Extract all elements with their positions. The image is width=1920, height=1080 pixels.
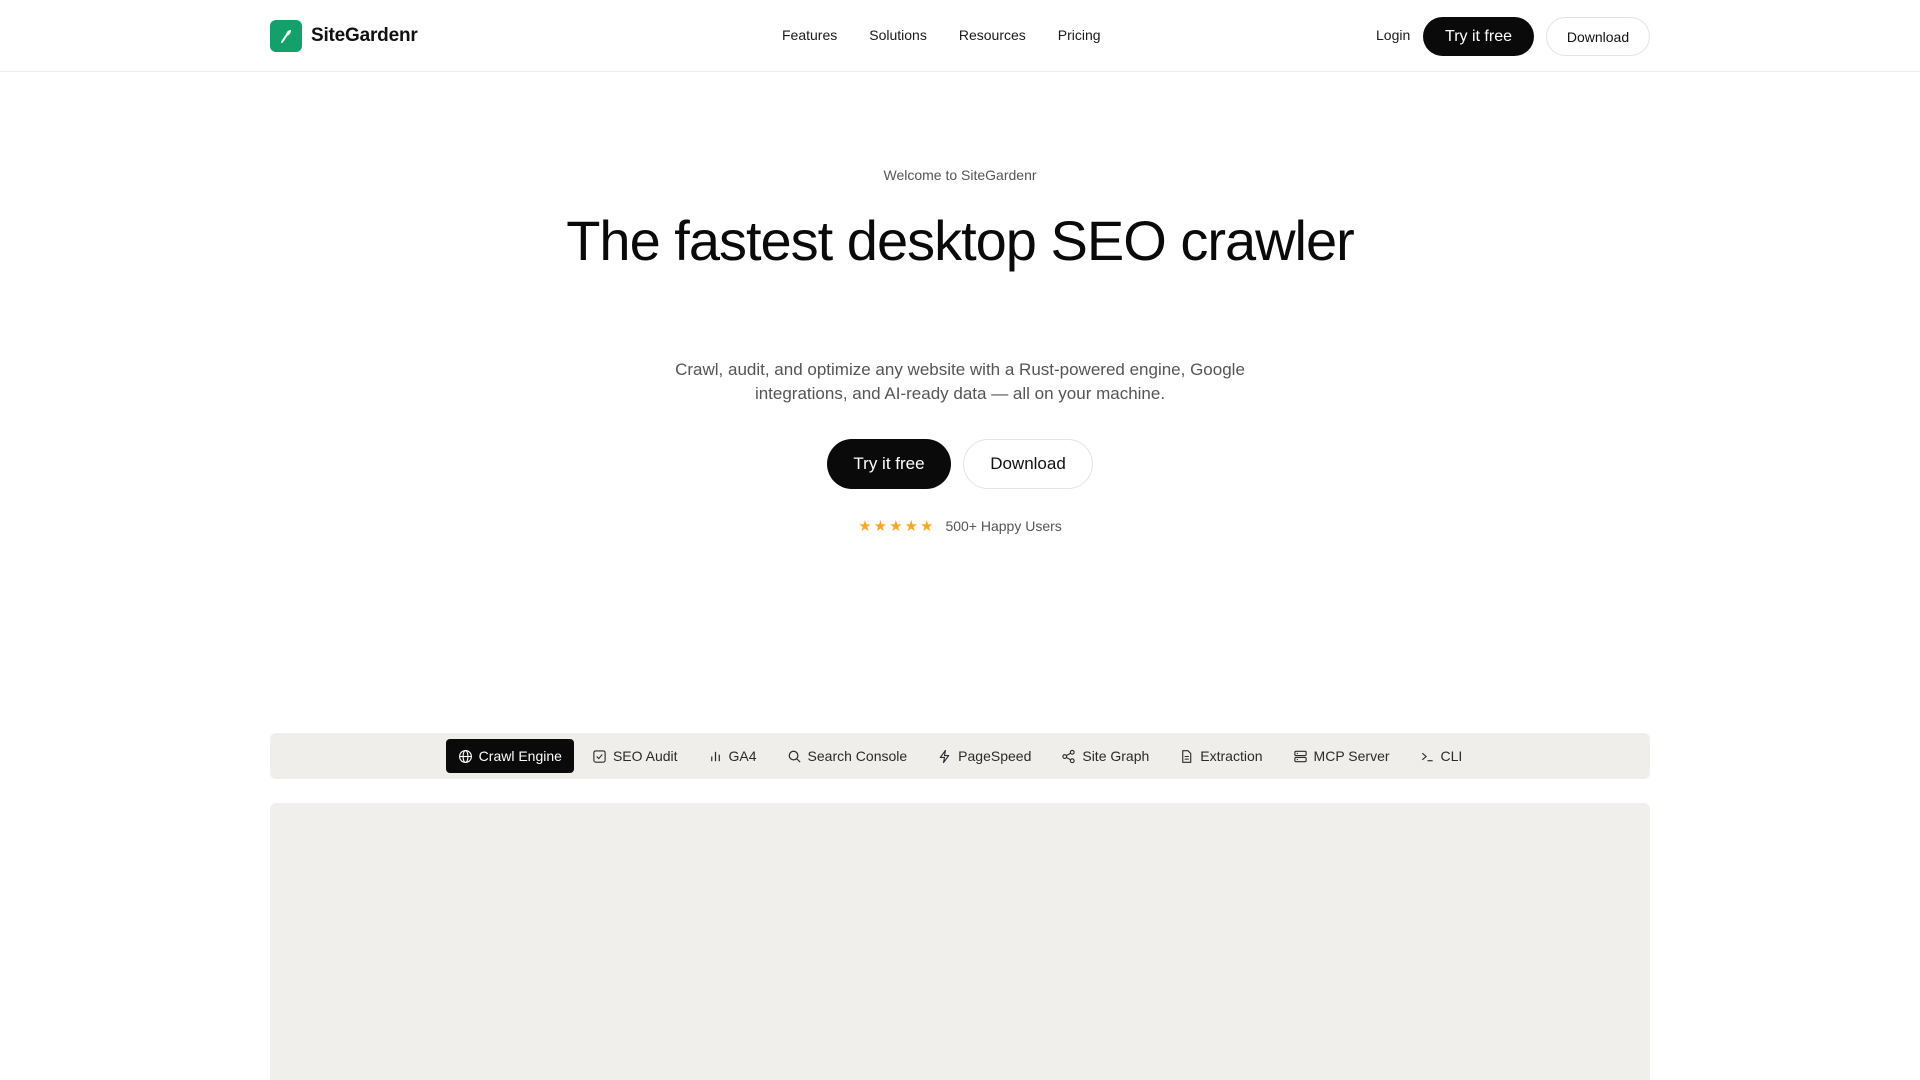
tab-search-console[interactable]: Search Console <box>775 739 920 773</box>
brand-logo-link[interactable]: SiteGardenr <box>270 20 418 52</box>
header-download-button[interactable]: Download <box>1546 17 1650 56</box>
tab-crawl-engine[interactable]: Crawl Engine <box>445 739 574 773</box>
search-icon <box>788 750 801 763</box>
tab-label: GA4 <box>728 748 757 764</box>
tab-label: MCP Server <box>1313 748 1390 764</box>
tab-label: Search Console <box>807 748 908 764</box>
tab-label: Extraction <box>1200 748 1263 764</box>
hero-subtext: Crawl, audit, and optimize any website w… <box>675 360 1245 403</box>
tab-label: SEO Audit <box>612 748 678 764</box>
hero-download-button[interactable]: Download <box>963 439 1093 489</box>
tab-label: PageSpeed <box>958 748 1032 764</box>
rating: ★★★★★ 500+ Happy Users <box>0 517 1920 535</box>
nav-solutions[interactable]: Solutions <box>869 24 927 46</box>
hero-headline: The fastest desktop SEO crawler <box>566 209 1355 272</box>
hero-try-free-button[interactable]: Try it free <box>827 439 951 489</box>
site-header: SiteGardenr Features Solutions Resources… <box>0 0 1920 72</box>
nav-pricing[interactable]: Pricing <box>1058 24 1101 46</box>
tab-seo-audit[interactable]: SEO Audit <box>580 739 690 773</box>
feature-preview-panel <box>270 803 1650 1080</box>
share-icon <box>1062 749 1076 763</box>
nav-features[interactable]: Features <box>782 24 837 46</box>
header-try-free-button[interactable]: Try it free <box>1423 17 1534 56</box>
lightning-icon <box>939 749 950 763</box>
nav-resources[interactable]: Resources <box>959 24 1026 46</box>
terminal-icon <box>1421 752 1433 761</box>
hero-eyebrow: Welcome to SiteGardenr <box>883 167 1037 183</box>
tab-mcp-server[interactable]: MCP Server <box>1281 739 1402 773</box>
checkbox-icon <box>593 749 606 763</box>
brand-name: SiteGardenr <box>311 25 418 46</box>
document-icon <box>1182 749 1192 763</box>
star-rating-icon: ★★★★★ <box>858 518 936 535</box>
tab-extraction[interactable]: Extraction <box>1167 739 1274 773</box>
main-nav: Features Solutions Resources Pricing <box>782 24 1101 46</box>
tab-label: CLI <box>1440 748 1463 764</box>
leaf-icon <box>270 20 302 52</box>
bar-chart-icon <box>710 751 720 761</box>
globe-icon <box>458 749 472 763</box>
tab-label: Site Graph <box>1082 748 1150 764</box>
rating-text: 500+ Happy Users <box>945 518 1062 534</box>
tab-ga4[interactable]: GA4 <box>696 739 769 773</box>
tab-label: Crawl Engine <box>478 748 562 764</box>
server-icon <box>1293 750 1307 762</box>
tab-site-graph[interactable]: Site Graph <box>1049 739 1161 773</box>
login-link[interactable]: Login <box>1376 24 1410 46</box>
feature-tabs: Crawl Engine SEO Audit GA4 Search Consol… <box>270 733 1650 779</box>
tab-pagespeed[interactable]: PageSpeed <box>925 739 1043 773</box>
tab-cli[interactable]: CLI <box>1408 739 1475 773</box>
